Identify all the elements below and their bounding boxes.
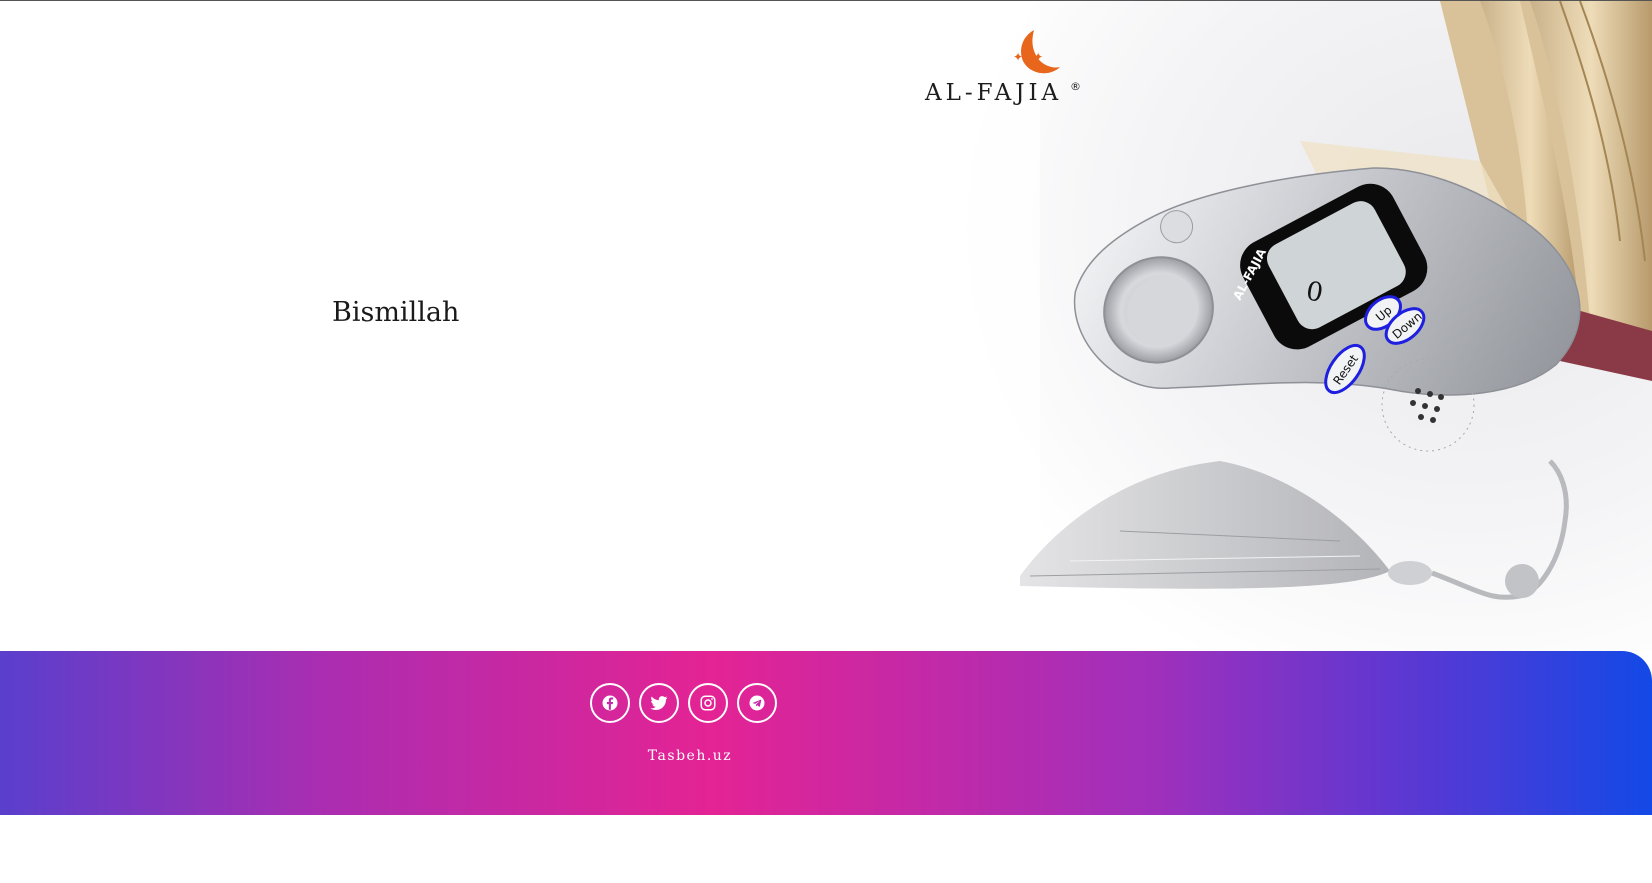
telegram-icon — [749, 695, 765, 711]
brand-name: AL-FAJIA — [924, 80, 1062, 106]
copyright-text: Tasbeh.uz — [647, 748, 733, 764]
hero-section: Bismillah 0 AL-FAJIA Up Down Reset ✦✦✦ A… — [0, 1, 1652, 651]
greeting-text: Bismillah — [332, 297, 460, 328]
footer: Tasbeh.uz — [0, 651, 1652, 815]
twitter-icon — [650, 696, 668, 710]
social-links — [590, 683, 777, 723]
facebook-icon — [602, 695, 618, 711]
stars-icon: ✦✦✦ — [1013, 50, 1043, 64]
registered-mark: ® — [1070, 80, 1081, 93]
twitter-link[interactable] — [639, 683, 679, 723]
tasbeh-counter-image: 0 AL-FAJIA Up Down Reset ✦✦✦ AL-FAJIA ® — [920, 1, 1652, 651]
instagram-link[interactable] — [688, 683, 728, 723]
facebook-link[interactable] — [590, 683, 630, 723]
telegram-link[interactable] — [737, 683, 777, 723]
instagram-icon — [700, 695, 716, 711]
